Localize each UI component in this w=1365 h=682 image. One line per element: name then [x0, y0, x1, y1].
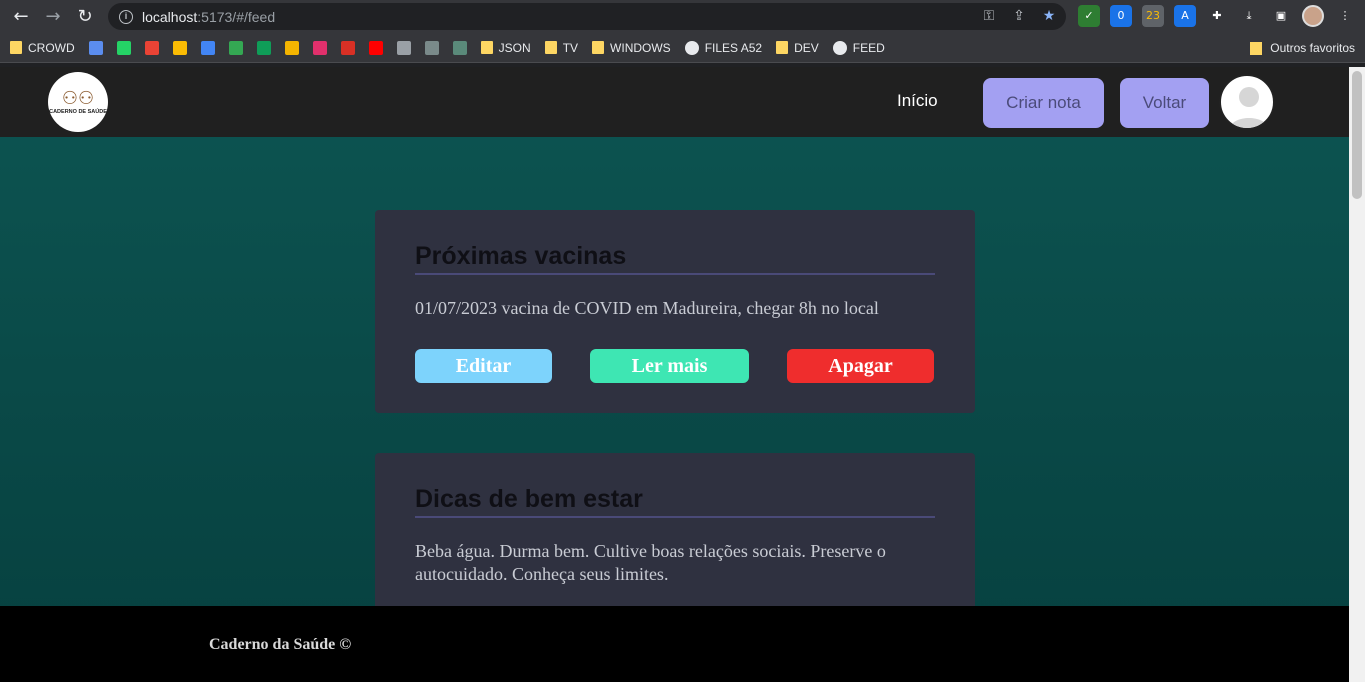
bookmark-label: WINDOWS — [610, 40, 671, 55]
extension-counter-icon[interactable]: 23 — [1142, 5, 1164, 27]
bookmark-translate-icon[interactable] — [200, 40, 215, 55]
site-header: ⚇⚇ CADERNO DE SAÚDE Início Criar nota Vo… — [0, 67, 1349, 137]
back-arrow-icon[interactable]: ← — [10, 6, 32, 28]
bookmark-whatsapp-icon[interactable] — [116, 40, 131, 55]
bookmark-dev[interactable]: DEV — [776, 41, 819, 55]
terminal-icon — [424, 40, 439, 55]
bookmark-json[interactable]: JSON — [480, 40, 531, 55]
bookmark-sheets-icon[interactable] — [256, 40, 271, 55]
note-text: Beba água. Durma bem. Cultive boas relaç… — [415, 541, 886, 584]
family-logo-icon: ⚇⚇ — [61, 88, 95, 109]
user-avatar[interactable] — [1219, 74, 1275, 130]
app-icon — [284, 40, 299, 55]
folder-icon — [592, 41, 605, 54]
bookmark-instagram-icon[interactable] — [312, 40, 327, 55]
site-footer: Caderno da Saúde © — [0, 606, 1349, 682]
page-scrollbar[interactable] — [1349, 67, 1365, 682]
back-button[interactable]: Voltar — [1120, 78, 1209, 128]
bookmark-app-icon[interactable] — [340, 40, 355, 55]
bookmark-drive-icon[interactable] — [172, 40, 187, 55]
bookmark-files-a52[interactable]: FILES A52 — [684, 40, 763, 55]
terminal-icon — [452, 40, 467, 55]
app-icon — [88, 40, 103, 55]
maps-icon — [228, 40, 243, 55]
user-silhouette-icon — [1229, 87, 1269, 128]
reload-icon[interactable]: ↻ — [74, 6, 96, 28]
whatsapp-icon — [116, 40, 131, 55]
bookmark-label: FILES A52 — [704, 40, 763, 55]
share-icon[interactable]: ⇪ — [1010, 7, 1028, 25]
side-panel-icon[interactable]: ▣ — [1270, 5, 1292, 27]
bookmark-windows[interactable]: WINDOWS — [592, 41, 671, 55]
nav-home-link[interactable]: Início — [897, 91, 938, 111]
edit-button[interactable]: Editar — [415, 349, 552, 383]
logo-text: CADERNO DE SAÚDE — [49, 109, 107, 115]
key-icon[interactable]: ⚿ — [980, 7, 998, 25]
address-bar[interactable]: i localhost:5173/#/feed ⚿ ⇪ ★ — [108, 3, 1066, 30]
bookmark-label: DEV — [794, 40, 819, 55]
bookmark-terminal-icon[interactable] — [424, 40, 439, 55]
note-card: Próximas vacinas 01/07/2023 vacina de CO… — [375, 210, 975, 413]
forward-arrow-icon[interactable]: → — [42, 6, 64, 28]
menu-dots-icon[interactable]: ⋮ — [1334, 5, 1356, 27]
bookmark-label: TV — [562, 40, 579, 55]
bookmark-maps-icon[interactable] — [228, 40, 243, 55]
create-note-button[interactable]: Criar nota — [983, 78, 1104, 128]
folder-icon — [10, 41, 22, 54]
folder-icon — [544, 41, 557, 54]
globe-icon — [832, 40, 847, 55]
shield-extension-icon[interactable]: ✓ — [1078, 5, 1100, 27]
extensions-puzzle-icon[interactable]: ✚ — [1206, 5, 1228, 27]
bookmark-label: JSON — [498, 40, 531, 55]
bookmark-youtube-icon[interactable] — [368, 40, 383, 55]
site-logo[interactable]: ⚇⚇ CADERNO DE SAÚDE — [48, 72, 108, 132]
note-title: Próximas vacinas — [415, 242, 935, 275]
app-icon — [396, 40, 411, 55]
site-info-icon[interactable]: i — [119, 9, 133, 24]
other-bookmarks-label: Outros favoritos — [1270, 41, 1355, 55]
translate-icon — [200, 40, 215, 55]
bookmark-feed[interactable]: FEED — [832, 40, 885, 55]
translate-extension-icon[interactable]: A — [1174, 5, 1196, 27]
bookmark-gmail-icon[interactable] — [144, 40, 159, 55]
profile-avatar[interactable] — [1302, 5, 1324, 27]
folder-icon — [776, 41, 789, 54]
globe-icon — [684, 40, 699, 55]
youtube-icon — [368, 40, 383, 55]
footer-text: Caderno da Saúde © — [209, 636, 352, 653]
folder-icon — [480, 41, 493, 54]
sheets-icon — [256, 40, 271, 55]
scrollbar-thumb[interactable] — [1352, 71, 1362, 199]
bookmarks-bar: CROWD JSON TV WINDOWS FILES A52 DEV FEED Outros… — [0, 33, 1365, 63]
bookmark-tv[interactable]: TV — [544, 40, 579, 55]
read-more-button[interactable]: Ler mais — [590, 349, 749, 383]
note-text: 01/07/2023 vacina de COVID em Madureira,… — [415, 298, 879, 318]
other-bookmarks[interactable]: Outros favoritos — [1250, 41, 1355, 55]
extension-badge-icon[interactable]: 0 — [1110, 5, 1132, 27]
url-text[interactable]: localhost:5173/#/feed — [142, 9, 275, 25]
bookmark-app-icon[interactable] — [284, 40, 299, 55]
bookmark-crowd[interactable]: CROWD — [10, 41, 75, 55]
gmail-icon — [144, 40, 159, 55]
browser-toolbar: ← → ↻ i localhost:5173/#/feed ⚿ ⇪ ★ ✓ 0 … — [0, 0, 1365, 33]
app-icon — [340, 40, 355, 55]
bookmark-app-icon[interactable] — [396, 40, 411, 55]
instagram-icon — [312, 40, 327, 55]
bookmark-terminal-icon[interactable] — [452, 40, 467, 55]
delete-button[interactable]: Apagar — [787, 349, 934, 383]
bookmark-app-icon[interactable] — [88, 40, 103, 55]
folder-icon — [1250, 41, 1263, 55]
note-title: Dicas de bem estar — [415, 485, 935, 518]
page-viewport: ⚇⚇ CADERNO DE SAÚDE Início Criar nota Vo… — [0, 67, 1349, 682]
download-icon[interactable]: ⤓ — [1238, 5, 1260, 27]
drive-icon — [172, 40, 187, 55]
bookmark-label: CROWD — [28, 40, 75, 55]
bookmark-star-icon[interactable]: ★ — [1040, 7, 1058, 25]
bookmark-label: FEED — [852, 40, 885, 55]
